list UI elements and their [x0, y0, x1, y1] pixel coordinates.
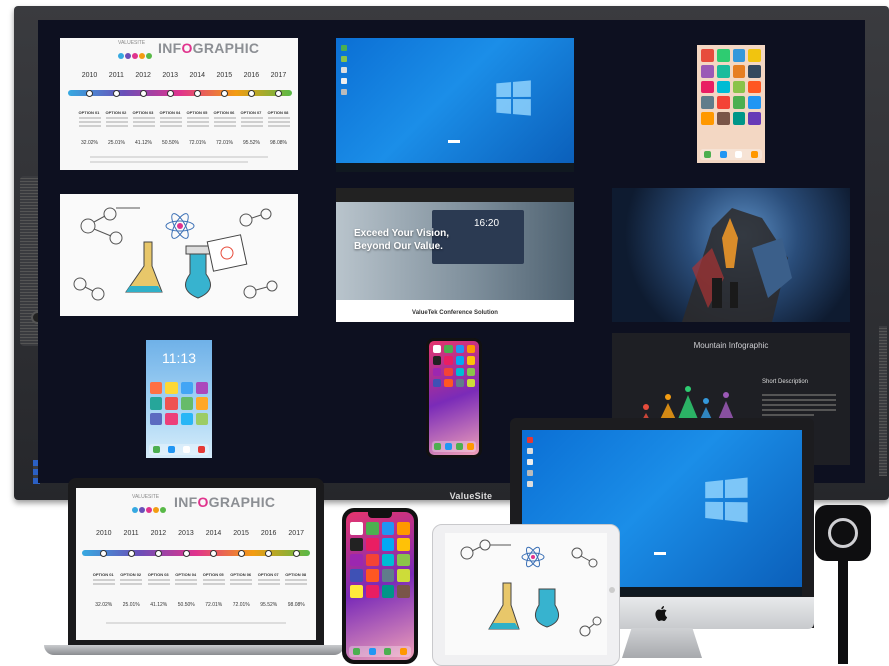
flask-icon: [126, 242, 162, 292]
science-illustration: [60, 194, 298, 316]
conference-website-tile[interactable]: 16:20 Exceed Your Vision, Beyond Our Val…: [336, 188, 574, 322]
right-speaker-grille: [879, 326, 887, 476]
laptop: VALUESITE INFOGRAPHIC 2010 2011 2012 2013 20…: [68, 478, 324, 648]
mountain-text-block: [762, 391, 836, 419]
android-screen-tile[interactable]: 11:13: [146, 340, 212, 458]
mountain-title: Mountain Infographic: [612, 341, 850, 350]
ipad-science-screen[interactable]: [445, 533, 607, 655]
laptop-infographic-screen[interactable]: VALUESITE INFOGRAPHIC 2010 2011 2012 2013 20…: [76, 488, 316, 640]
footer-text: ValueTek Conference Solution: [336, 300, 574, 316]
phone-dock: [700, 149, 762, 160]
android-clock: 11:13: [146, 350, 212, 366]
molecule-icon: [572, 548, 601, 636]
atom-icon: [522, 545, 544, 568]
app-grid: [697, 45, 765, 129]
desktop-icons: [338, 40, 350, 100]
laptop-infographic-title: INFOGRAPHIC: [174, 494, 275, 510]
home-button[interactable]: [609, 587, 615, 593]
browser-toolbar: [336, 188, 574, 202]
site-footer: ValueTek Conference Solution: [336, 300, 574, 322]
imac-window-button: [654, 552, 666, 555]
iphone-x-dock: [432, 441, 476, 452]
ipad-science-illustration: [445, 533, 607, 655]
flask-icon: [489, 583, 519, 629]
android-dock: [149, 444, 209, 455]
display-brand-label: ValueSite: [441, 491, 501, 501]
taskbar: [336, 163, 574, 172]
laptop-year-row: 2010 2011 2012 2013 2014 2015 2016 2017: [90, 530, 310, 537]
iphone-device-app-grid: [346, 512, 414, 602]
ring-button-icon[interactable]: [828, 518, 858, 548]
hero-headline-1: Exceed Your Vision,: [354, 228, 449, 239]
window-button: [448, 140, 460, 143]
iphone-x-app-grid: [429, 341, 479, 391]
robot-scene-graphic: [612, 188, 850, 322]
infographic-title: INFOGRAPHIC: [158, 40, 259, 56]
windows-desktop-tile[interactable]: [336, 38, 574, 172]
color-dots: [118, 46, 153, 64]
imac-desktop-icons: [524, 432, 536, 492]
iphone-screen-tile[interactable]: [697, 45, 765, 163]
option-columns: OPTION 01 OPTION 02 OPTION 03 OPTION 04 …: [76, 110, 292, 129]
laptop-option-columns: OPTION 01 OPTION 02 OPTION 03 OPTION 04 …: [90, 572, 310, 587]
windows-logo-icon: [705, 477, 747, 522]
notch: [368, 512, 392, 518]
apple-logo-icon: [655, 605, 669, 621]
dongle-cable: [838, 560, 848, 664]
infographic-tile[interactable]: VALUESITE INFOGRAPHIC 2010 2011 2012 2013 20…: [60, 38, 298, 170]
iphone-x-screen: [429, 341, 479, 455]
science-illustration-tile[interactable]: [60, 194, 298, 316]
molecule-icon: [240, 209, 277, 298]
beaker-icon: [186, 246, 211, 298]
imac-stand: [622, 628, 702, 658]
iphone-x-device-screen[interactable]: [346, 512, 414, 660]
timeline-pins: [76, 96, 292, 97]
iphone-x-device: [342, 508, 418, 664]
iphone-x-tile[interactable]: [426, 338, 482, 458]
android-app-grid: [146, 378, 212, 429]
wireless-dongle: [815, 505, 871, 561]
percentage-row: 32.02% 25.01% 41.12% 50.50% 72.01% 72.01% 95.5…: [76, 140, 292, 146]
hero-clock: 16:20: [474, 218, 499, 229]
beaker-icon: [535, 589, 558, 627]
ipad: [432, 524, 620, 666]
laptop-percentage-row: 32.02% 25.01% 41.12% 50.50% 72.01% 72.01% 95.5…: [90, 602, 310, 608]
year-row: 2010 2011 2012 2013 2014 2015 2016 2017: [76, 72, 292, 79]
windows-logo-icon: [496, 80, 531, 115]
atom-icon: [166, 211, 194, 240]
hero-headline-2: Beyond Our Value.: [354, 241, 443, 252]
mountain-section-label: Short Description: [762, 379, 808, 385]
notepad-icon: [207, 235, 246, 271]
laptop-timeline-pins: [90, 556, 310, 557]
laptop-color-dots: [132, 500, 167, 518]
movie-poster-tile[interactable]: [612, 188, 850, 322]
laptop-base: [44, 645, 344, 655]
iphone-device-dock: [349, 646, 411, 657]
